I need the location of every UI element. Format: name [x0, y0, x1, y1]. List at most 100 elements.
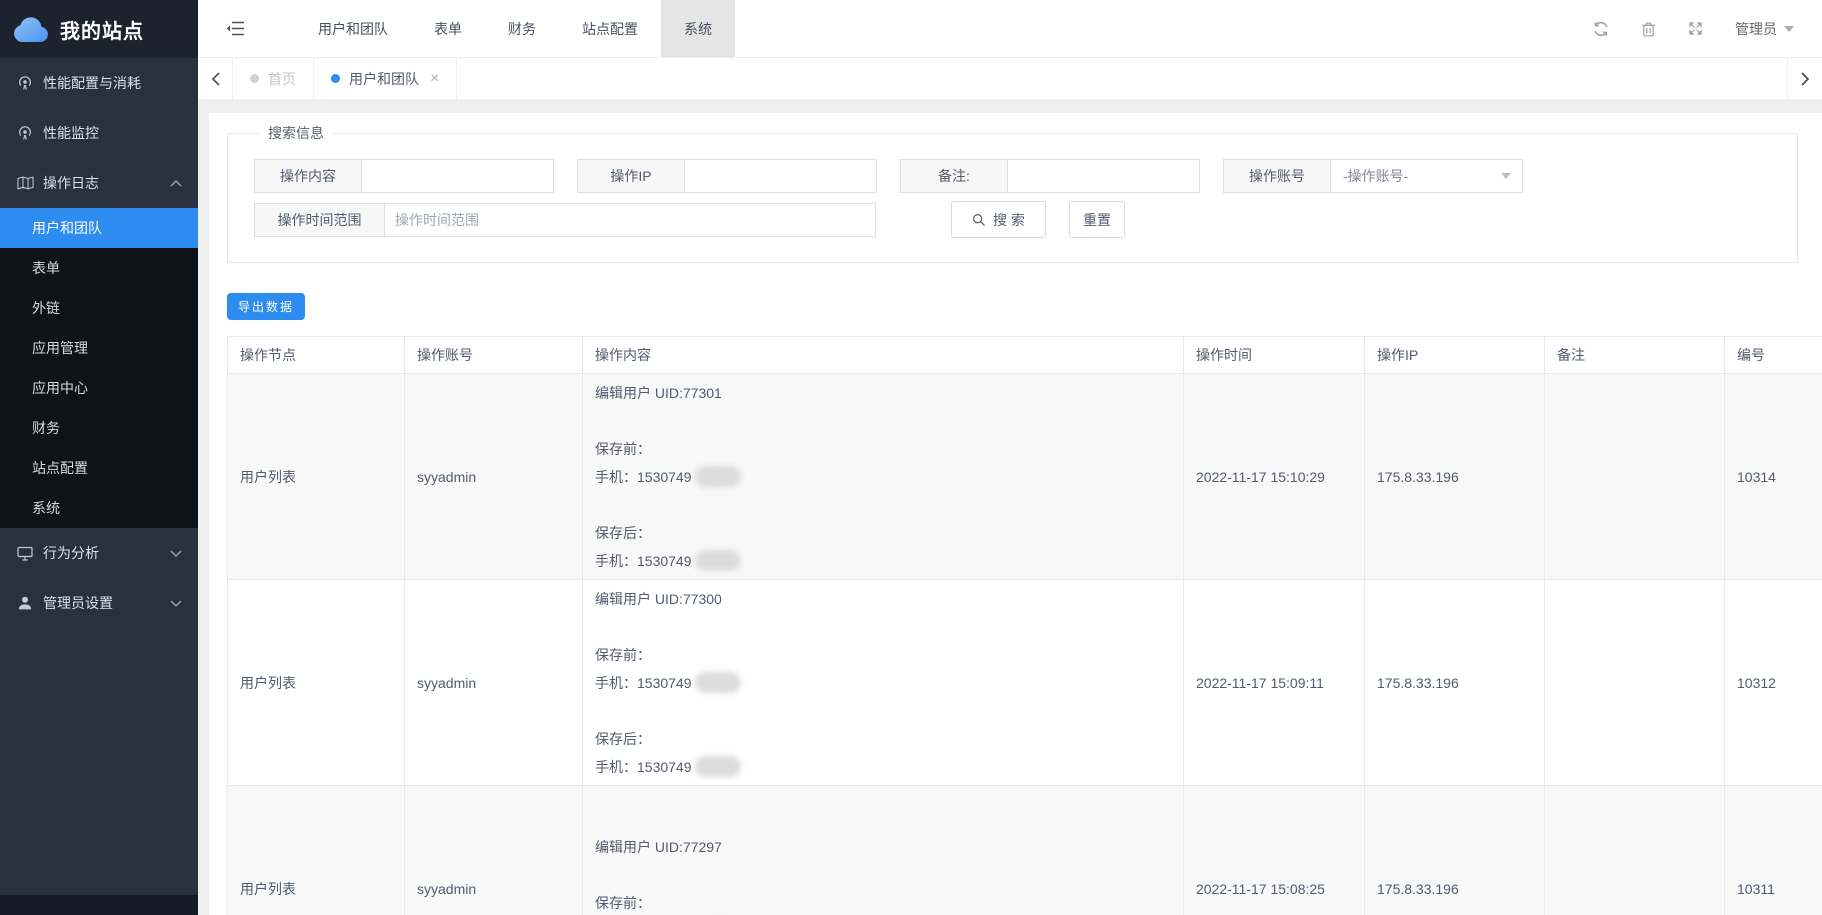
- op-ip-input[interactable]: [685, 159, 877, 193]
- trash-icon[interactable]: [1641, 21, 1656, 37]
- tabs-scroll-left-icon[interactable]: [198, 58, 233, 99]
- sidebar-subitem-app-management[interactable]: 应用管理: [0, 328, 198, 368]
- reset-button-label: 重置: [1083, 210, 1111, 230]
- table-row: 用户列表 syyadmin 编辑用户 UID:77301 保存前： 手机：153…: [228, 374, 1822, 580]
- cell-ip: 175.8.33.196: [1365, 374, 1545, 580]
- content-title: 编辑用户 UID:77300: [595, 585, 1171, 613]
- nav-item-finance[interactable]: 财务: [485, 0, 559, 57]
- reset-button[interactable]: 重置: [1069, 201, 1125, 238]
- nav-item-label: 表单: [434, 19, 462, 39]
- search-panel: 搜索信息 操作内容 操作IP 备注: 操作账号: [227, 123, 1798, 263]
- monitor-icon: [16, 544, 34, 562]
- table-row: 用户列表 syyadmin 编辑用户 UID:77300 保存前： 手机：153…: [228, 580, 1822, 786]
- tab-dot-icon: [250, 74, 259, 83]
- nav-item-forms[interactable]: 表单: [411, 0, 485, 57]
- time-range-input[interactable]: [385, 203, 876, 237]
- menu-fold-icon[interactable]: [226, 21, 245, 36]
- col-op-account: 操作账号: [405, 337, 583, 374]
- field-time-range: 操作时间范围: [254, 203, 876, 237]
- op-account-select[interactable]: -操作账号-: [1331, 159, 1523, 193]
- main-area: 用户和团队 表单 财务 站点配置 系统: [198, 0, 1822, 915]
- sidebar-subitem-forms[interactable]: 表单: [0, 248, 198, 288]
- nav-item-label: 系统: [684, 19, 712, 39]
- remark-label: 备注:: [900, 159, 1008, 193]
- op-ip-label: 操作IP: [577, 159, 685, 193]
- nav-item-label: 站点配置: [582, 19, 638, 39]
- col-id: 编号: [1725, 337, 1822, 374]
- book-icon: [16, 174, 34, 192]
- phone-text: 手机：1530749: [595, 759, 692, 775]
- tab-label: 用户和团队: [349, 69, 419, 89]
- tabs-scroll-right-icon[interactable]: [1787, 58, 1822, 99]
- before-save-label: 保存前：: [595, 435, 1171, 463]
- page-tab-bar: 首页 用户和团队 ×: [198, 58, 1822, 99]
- submenu-label: 表单: [32, 258, 60, 278]
- chevron-up-icon: [170, 180, 182, 187]
- op-account-selected-value: -操作账号-: [1343, 166, 1408, 186]
- submenu-label: 财务: [32, 418, 60, 438]
- app-title: 我的站点: [60, 15, 144, 44]
- fullscreen-icon[interactable]: [1688, 21, 1703, 36]
- search-icon: [972, 213, 986, 227]
- redacted-phone-blob: [695, 550, 741, 571]
- caret-down-icon: [1784, 26, 1794, 32]
- submenu-label: 系统: [32, 498, 60, 518]
- sidebar-item-performance-monitor[interactable]: 性能监控: [0, 108, 198, 158]
- refresh-icon[interactable]: [1593, 21, 1609, 37]
- cell-node: 用户列表: [228, 786, 405, 915]
- op-content-input[interactable]: [362, 159, 554, 193]
- sidebar-subitem-site-config[interactable]: 站点配置: [0, 448, 198, 488]
- after-save-label: 保存后：: [595, 725, 1171, 753]
- redacted-phone-blob: [695, 466, 741, 487]
- sidebar-subitem-system[interactable]: 系统: [0, 488, 198, 528]
- search-button-label: 搜 索: [993, 210, 1025, 230]
- sidebar-item-admin-settings[interactable]: 管理员设置: [0, 578, 198, 628]
- field-remark: 备注:: [900, 159, 1200, 193]
- chevron-down-icon: [170, 550, 182, 557]
- redacted-phone-blob: [695, 672, 741, 693]
- export-data-button[interactable]: 导出数据: [227, 293, 305, 320]
- sidebar-item-operation-log[interactable]: 操作日志: [0, 158, 198, 208]
- nav-item-label: 用户和团队: [318, 19, 388, 39]
- col-op-content: 操作内容: [583, 337, 1184, 374]
- submenu-label: 站点配置: [32, 458, 88, 478]
- after-save-label: 保存后：: [595, 519, 1171, 547]
- navbar-right-tools: 管理员: [1593, 19, 1822, 39]
- redacted-phone-blob: [695, 756, 741, 777]
- content-card: 搜索信息 操作内容 操作IP 备注: 操作账号: [209, 113, 1822, 915]
- tab-users-teams[interactable]: 用户和团队 ×: [314, 58, 457, 99]
- col-remark: 备注: [1545, 337, 1725, 374]
- nav-item-users-teams[interactable]: 用户和团队: [295, 0, 411, 57]
- sidebar-item-performance-config[interactable]: 性能配置与消耗: [0, 58, 198, 108]
- content-area: 搜索信息 操作内容 操作IP 备注: 操作账号: [198, 99, 1822, 915]
- search-panel-legend: 搜索信息: [260, 123, 332, 143]
- cell-ip: 175.8.33.196: [1365, 580, 1545, 786]
- sidebar-subitem-app-center[interactable]: 应用中心: [0, 368, 198, 408]
- cell-time: 2022-11-17 15:09:11: [1184, 580, 1365, 786]
- sidebar-subitem-finance[interactable]: 财务: [0, 408, 198, 448]
- user-menu[interactable]: 管理员: [1735, 19, 1794, 39]
- phone-text: 手机：1530749: [595, 469, 692, 485]
- tab-home[interactable]: 首页: [233, 58, 314, 99]
- content-title: 编辑用户 UID:77301: [595, 379, 1171, 407]
- operation-log-table: 操作节点 操作账号 操作内容 操作时间 操作IP 备注 编号 用户列表 syya: [227, 336, 1822, 915]
- sidebar-subitem-users-teams[interactable]: 用户和团队: [0, 208, 198, 248]
- submenu-label: 用户和团队: [32, 218, 102, 238]
- cell-id: 10312: [1725, 580, 1822, 786]
- tab-dot-icon: [331, 74, 340, 83]
- sidebar-item-behavior-analysis[interactable]: 行为分析: [0, 528, 198, 578]
- remark-input[interactable]: [1008, 159, 1200, 193]
- cell-account: syyadmin: [405, 580, 583, 786]
- close-icon[interactable]: ×: [430, 71, 439, 87]
- field-op-account: 操作账号 -操作账号-: [1223, 159, 1523, 193]
- sidebar-item-label: 管理员设置: [43, 593, 113, 613]
- search-button[interactable]: 搜 索: [951, 201, 1046, 238]
- nav-item-system[interactable]: 系统: [661, 0, 735, 57]
- nav-item-site-config[interactable]: 站点配置: [559, 0, 661, 57]
- nav-item-label: 财务: [508, 19, 536, 39]
- broadcast-icon: [16, 74, 34, 92]
- col-op-time: 操作时间: [1184, 337, 1365, 374]
- sidebar-subitem-external-links[interactable]: 外链: [0, 288, 198, 328]
- cell-account: syyadmin: [405, 374, 583, 580]
- submenu-label: 外链: [32, 298, 60, 318]
